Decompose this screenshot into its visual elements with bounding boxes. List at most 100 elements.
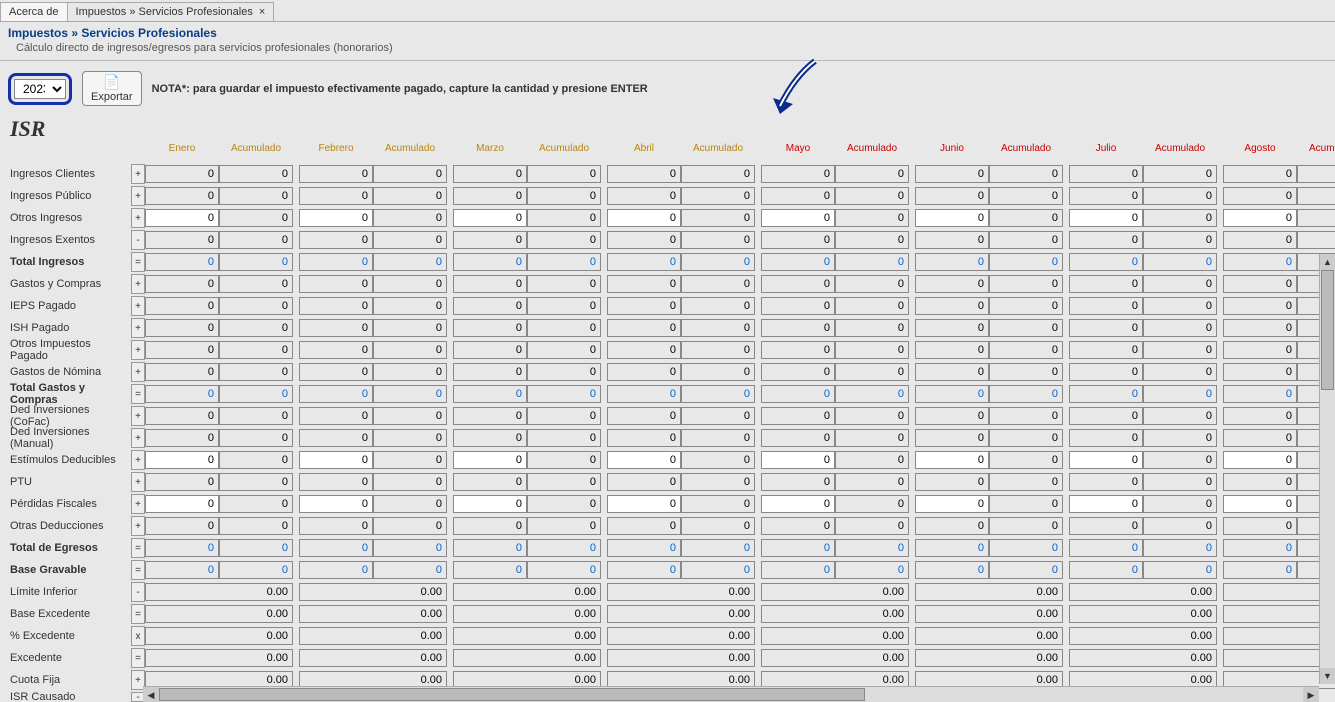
value-input[interactable]: [1069, 517, 1143, 535]
value-input[interactable]: [299, 583, 447, 601]
value-input[interactable]: [145, 209, 219, 227]
value-input[interactable]: [1223, 407, 1297, 425]
value-input[interactable]: [915, 187, 989, 205]
value-input[interactable]: [299, 275, 373, 293]
value-input[interactable]: [145, 275, 219, 293]
value-input[interactable]: [299, 627, 447, 645]
value-input[interactable]: [1069, 495, 1143, 513]
value-input[interactable]: [145, 297, 219, 315]
value-input[interactable]: [1069, 297, 1143, 315]
value-input[interactable]: [1223, 209, 1297, 227]
value-input[interactable]: [453, 627, 601, 645]
value-input[interactable]: [1223, 297, 1297, 315]
value-input[interactable]: [1069, 275, 1143, 293]
value-input[interactable]: [607, 319, 681, 337]
value-input[interactable]: [761, 363, 835, 381]
value-input[interactable]: [1223, 451, 1297, 469]
value-input[interactable]: [761, 517, 835, 535]
value-input[interactable]: [453, 165, 527, 183]
value-input[interactable]: [761, 209, 835, 227]
value-input[interactable]: [761, 187, 835, 205]
value-input[interactable]: [1223, 187, 1297, 205]
value-input[interactable]: [453, 297, 527, 315]
value-input[interactable]: [761, 473, 835, 491]
value-input[interactable]: [299, 363, 373, 381]
value-input[interactable]: [145, 495, 219, 513]
value-input[interactable]: [299, 165, 373, 183]
value-input[interactable]: [915, 407, 989, 425]
value-input[interactable]: [145, 473, 219, 491]
value-input[interactable]: [915, 363, 989, 381]
value-input[interactable]: [607, 495, 681, 513]
value-input[interactable]: [1223, 275, 1297, 293]
value-input[interactable]: [1069, 649, 1217, 667]
value-input[interactable]: [761, 495, 835, 513]
tab-services[interactable]: Impuestos » Servicios Profesionales×: [67, 2, 275, 21]
value-input[interactable]: [299, 649, 447, 667]
value-input[interactable]: [1223, 495, 1297, 513]
value-input[interactable]: [453, 583, 601, 601]
value-input[interactable]: [607, 165, 681, 183]
scroll-thumb-v[interactable]: [1321, 270, 1334, 390]
value-input[interactable]: [915, 495, 989, 513]
value-input[interactable]: [1069, 341, 1143, 359]
value-input[interactable]: [1069, 187, 1143, 205]
value-input[interactable]: [299, 407, 373, 425]
value-input[interactable]: [453, 649, 601, 667]
value-input[interactable]: [453, 429, 527, 447]
value-input[interactable]: [299, 187, 373, 205]
value-input[interactable]: [761, 165, 835, 183]
value-input[interactable]: [145, 429, 219, 447]
value-input[interactable]: [299, 341, 373, 359]
value-input[interactable]: [145, 627, 293, 645]
value-input[interactable]: [145, 341, 219, 359]
value-input[interactable]: [145, 363, 219, 381]
value-input[interactable]: [453, 209, 527, 227]
value-input[interactable]: [607, 187, 681, 205]
value-input[interactable]: [915, 231, 989, 249]
value-input[interactable]: [915, 319, 989, 337]
value-input[interactable]: [1069, 231, 1143, 249]
value-input[interactable]: [1223, 363, 1297, 381]
year-select[interactable]: 2023: [14, 79, 66, 99]
tab-about[interactable]: Acerca de: [0, 2, 68, 21]
value-input[interactable]: [915, 583, 1063, 601]
value-input[interactable]: [761, 231, 835, 249]
value-input[interactable]: [1223, 319, 1297, 337]
value-input[interactable]: [1223, 429, 1297, 447]
value-input[interactable]: [607, 363, 681, 381]
value-input[interactable]: [607, 407, 681, 425]
value-input[interactable]: [145, 583, 293, 601]
value-input[interactable]: [453, 319, 527, 337]
value-input[interactable]: [453, 275, 527, 293]
value-input[interactable]: [145, 187, 219, 205]
value-input[interactable]: [915, 605, 1063, 623]
value-input[interactable]: [607, 451, 681, 469]
value-input[interactable]: [607, 627, 755, 645]
scroll-up-icon[interactable]: ▲: [1320, 254, 1335, 270]
value-input[interactable]: [1069, 473, 1143, 491]
scroll-down-icon[interactable]: ▼: [1320, 668, 1335, 684]
value-input[interactable]: [607, 275, 681, 293]
value-input[interactable]: [453, 605, 601, 623]
value-input[interactable]: [915, 275, 989, 293]
value-input[interactable]: [145, 517, 219, 535]
value-input[interactable]: [915, 473, 989, 491]
value-input[interactable]: [145, 231, 219, 249]
value-input[interactable]: [453, 517, 527, 535]
value-input[interactable]: [607, 231, 681, 249]
value-input[interactable]: [915, 627, 1063, 645]
breadcrumb-seg1[interactable]: Impuestos: [8, 26, 68, 40]
value-input[interactable]: [607, 297, 681, 315]
value-input[interactable]: [607, 473, 681, 491]
value-input[interactable]: [145, 649, 293, 667]
value-input[interactable]: [453, 363, 527, 381]
value-input[interactable]: [299, 297, 373, 315]
value-input[interactable]: [607, 605, 755, 623]
value-input[interactable]: [1223, 165, 1297, 183]
value-input[interactable]: [1069, 363, 1143, 381]
value-input[interactable]: [299, 473, 373, 491]
export-button[interactable]: 📄 Exportar: [82, 71, 142, 106]
value-input[interactable]: [145, 451, 219, 469]
value-input[interactable]: [145, 605, 293, 623]
